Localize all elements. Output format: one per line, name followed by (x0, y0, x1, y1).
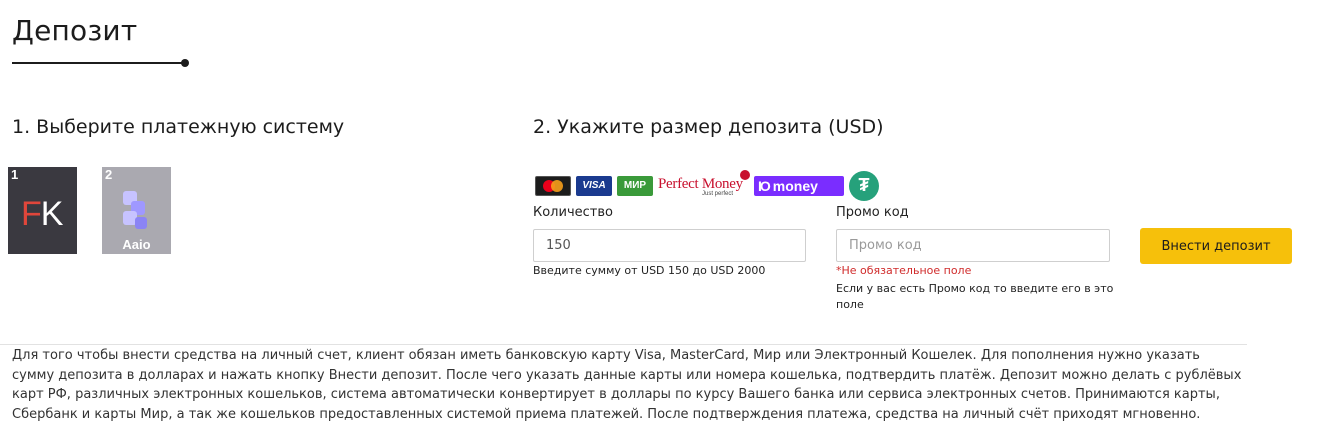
amount-hint: Введите сумму от USD 150 до USD 2000 (533, 264, 766, 277)
yoomoney-icon: IO money (754, 175, 844, 196)
info-divider (0, 344, 1247, 345)
payment-method-aaio[interactable]: 2 Aaio (102, 167, 171, 254)
deposit-submit-button[interactable]: Внести депозит (1140, 228, 1292, 264)
perfect-money-icon: Perfect Money Just perfect (658, 169, 750, 199)
deposit-info-text: Для того чтобы внести средства на личный… (12, 348, 1242, 422)
promo-input[interactable] (836, 229, 1110, 262)
promo-optional-note: *Не обязательное поле (836, 264, 972, 277)
promo-label: Промо код (836, 205, 909, 220)
promo-hint: Если у вас есть Промо код то введите его… (836, 282, 1114, 311)
title-underline-dot (181, 59, 189, 67)
method-number: 2 (105, 167, 113, 182)
page-title: Депозит (12, 14, 138, 47)
aaio-label: Aaio (122, 237, 151, 252)
amount-input[interactable] (533, 229, 806, 262)
step2-heading: 2. Укажите размер депозита (USD) (533, 116, 884, 138)
mastercard-icon (535, 175, 571, 196)
amount-label: Количество (533, 205, 613, 220)
step1-heading: 1. Выберите платежную систему (12, 116, 345, 138)
visa-icon: VISA (576, 175, 612, 196)
method-number: 1 (11, 167, 19, 182)
payment-method-freekassa[interactable]: 1 FK (8, 167, 77, 254)
title-underline (12, 62, 186, 64)
accepted-payment-logos: VISA МИР Perfect Money Just perfect IO m… (535, 169, 879, 201)
perfect-money-badge-icon (740, 169, 750, 180)
mir-icon: МИР (617, 175, 653, 196)
aaio-logo-icon (123, 191, 147, 229)
tether-icon: ₮ (849, 170, 879, 201)
freekassa-logo-icon: FK (21, 195, 63, 233)
